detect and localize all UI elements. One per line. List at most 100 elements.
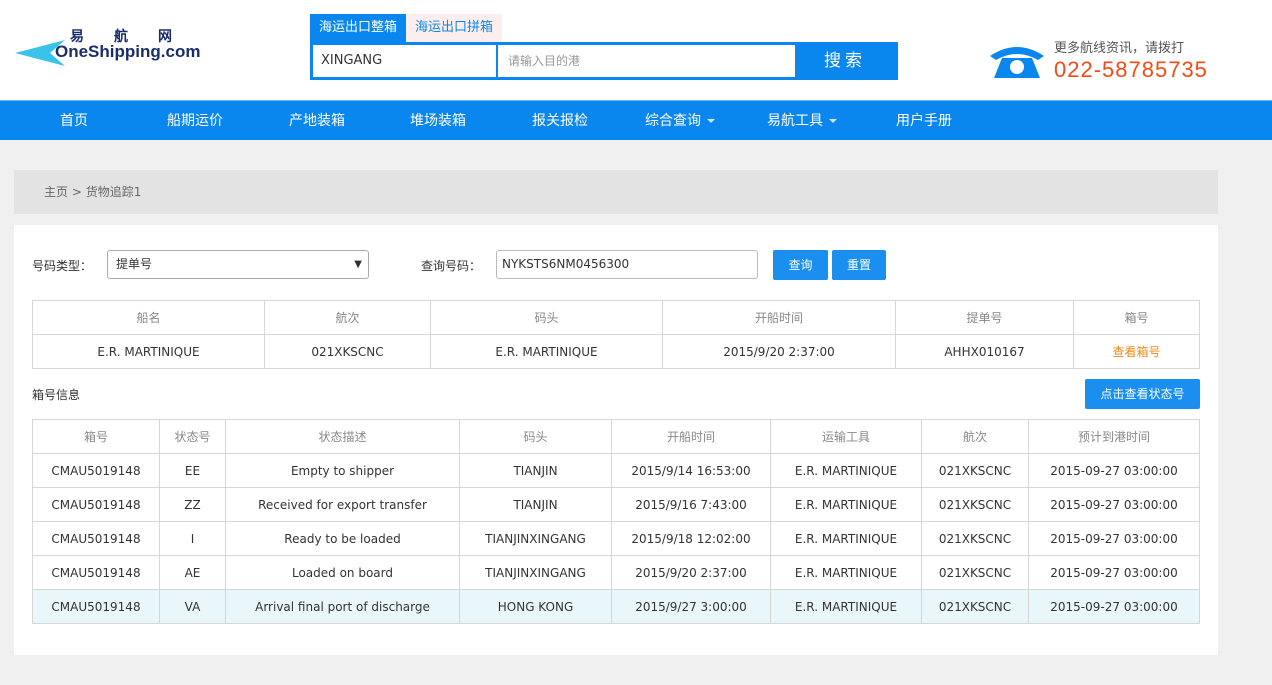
port-input[interactable]: XINGANG — [313, 45, 498, 77]
query-label: 查询号码： — [421, 259, 482, 273]
cell: VA — [159, 589, 226, 624]
hotline-text: 更多航线资讯，请拨打 — [1054, 41, 1185, 56]
cell: 021XKSCNC — [921, 521, 1029, 556]
nav-label: 堆场装箱 — [410, 113, 466, 129]
cell: CMAU5019148 — [32, 589, 160, 624]
nav-label: 用户手册 — [896, 113, 952, 129]
breadcrumb-current: 货物追踪1 — [85, 185, 142, 199]
cell: 2015-09-27 03:00:00 — [1028, 521, 1200, 556]
cell: 2015/9/18 12:02:00 — [611, 521, 771, 556]
nav-label: 首页 — [60, 113, 88, 129]
cell: E.R. MARTINIQUE — [430, 334, 663, 369]
query-number-input[interactable]: NYKSTS6NM0456300 — [496, 250, 758, 279]
nav-label: 报关报检 — [532, 113, 588, 129]
main-nav: 首页 船期运价 产地装箱 堆场装箱 报关报检 综合查询 易航工具 用户手册 — [0, 100, 1272, 140]
nav-schedule[interactable]: 船期运价 — [167, 101, 223, 141]
logo-en: OneShipping.com — [55, 42, 201, 61]
cell: CMAU5019148 — [32, 453, 160, 488]
table-row: CMAU5019148 AE Loaded on board TIANJINXINGA… — [32, 555, 1200, 590]
cell: ZZ — [159, 487, 226, 522]
cell: E.R. MARTINIQUE — [770, 487, 922, 522]
view-container-link[interactable]: 查看箱号 — [1073, 334, 1200, 369]
nav-query[interactable]: 综合查询 — [645, 101, 715, 141]
col-header: 运输工具 — [770, 419, 922, 454]
cell: E.R. MARTINIQUE — [770, 521, 922, 556]
cell: CMAU5019148 — [32, 521, 160, 556]
search-box: XINGANG 请输入目的港 搜索 — [310, 42, 898, 80]
phone-icon — [990, 47, 1044, 78]
col-header: 船名 — [32, 300, 265, 335]
nav-label: 船期运价 — [167, 113, 223, 129]
cell: TIANJINXINGANG — [459, 555, 612, 590]
tab-lcl[interactable]: 海运出口拼箱 — [406, 14, 503, 42]
destination-input[interactable]: 请输入目的港 — [498, 45, 795, 77]
col-header: 码头 — [430, 300, 663, 335]
cell: 2015-09-27 03:00:00 — [1028, 487, 1200, 522]
table-row: CMAU5019148 VA Arrival final port of disch… — [32, 589, 1200, 624]
col-header: 状态描述 — [225, 419, 460, 454]
cell: CMAU5019148 — [32, 555, 160, 590]
cell: 2015-09-27 03:00:00 — [1028, 555, 1200, 590]
table-row: CMAU5019148 EE Empty to shipper TIANJIN 2015… — [32, 453, 1200, 488]
nav-tools[interactable]: 易航工具 — [767, 101, 837, 141]
cell: TIANJIN — [459, 453, 612, 488]
nav-label: 产地装箱 — [289, 113, 345, 129]
chevron-down-icon — [829, 119, 837, 123]
cell: E.R. MARTINIQUE — [770, 555, 922, 590]
table-row: CMAU5019148 I Ready to be loaded TIANJINXIN… — [32, 521, 1200, 556]
tab-fcl[interactable]: 海运出口整箱 — [310, 14, 407, 42]
table-header-row: 箱号 状态号 状态描述 码头 开船时间 运输工具 航次 预计到港时间 — [32, 419, 1200, 454]
cell: 2015-09-27 03:00:00 — [1028, 589, 1200, 624]
cell: Loaded on board — [225, 555, 460, 590]
breadcrumb-home[interactable]: 主页 — [44, 185, 68, 199]
cell: AE — [159, 555, 226, 590]
cell: 021XKSCNC — [264, 334, 431, 369]
container-table: 箱号 状态号 状态描述 码头 开船时间 运输工具 航次 预计到港时间 CMAU5… — [32, 419, 1200, 624]
cell: Empty to shipper — [225, 453, 460, 488]
col-header: 码头 — [459, 419, 612, 454]
cell: HONG KONG — [459, 589, 612, 624]
vessel-table: 船名 航次 码头 开船时间 提单号 箱号 E.R. MARTINIQUE 021… — [32, 300, 1200, 369]
cell: E.R. MARTINIQUE — [770, 589, 922, 624]
cell: AHHX010167 — [895, 334, 1074, 369]
query-button[interactable]: 查询 — [773, 250, 828, 280]
nav-label: 易航工具 — [767, 113, 823, 129]
logo[interactable]: 易航网 OneShipping.com — [15, 24, 205, 74]
search-button[interactable]: 搜索 — [795, 45, 895, 77]
nav-home[interactable]: 首页 — [60, 101, 88, 141]
breadcrumb: 主页 > 货物追踪1 — [14, 170, 1218, 214]
table-row: CMAU5019148 ZZ Received for export transfe… — [32, 487, 1200, 522]
phone-number: 022-58785735 — [1054, 57, 1208, 82]
cell: EE — [159, 453, 226, 488]
cell: E.R. MARTINIQUE — [32, 334, 265, 369]
cell: 021XKSCNC — [921, 555, 1029, 590]
cell: Received for export transfer — [225, 487, 460, 522]
reset-button[interactable]: 重置 — [832, 250, 886, 280]
cell: CMAU5019148 — [32, 487, 160, 522]
nav-origin-loading[interactable]: 产地装箱 — [289, 101, 345, 141]
header: 易航网 OneShipping.com 海运出口整箱 海运出口拼箱 XINGAN… — [0, 0, 1272, 100]
cell: 2015/9/27 3:00:00 — [611, 589, 771, 624]
select-value: 提单号 — [116, 257, 153, 271]
col-header: 箱号 — [1073, 300, 1200, 335]
cell: 021XKSCNC — [921, 487, 1029, 522]
nav-yard-loading[interactable]: 堆场装箱 — [410, 101, 466, 141]
col-header: 开船时间 — [662, 300, 896, 335]
view-status-button[interactable]: 点击查看状态号 — [1085, 379, 1200, 409]
cell: TIANJINXINGANG — [459, 521, 612, 556]
cell: TIANJIN — [459, 487, 612, 522]
nav-customs[interactable]: 报关报检 — [532, 101, 588, 141]
cell: 021XKSCNC — [921, 589, 1029, 624]
col-header: 状态号 — [159, 419, 226, 454]
col-header: 箱号 — [32, 419, 160, 454]
nav-label: 综合查询 — [645, 113, 701, 129]
type-label: 号码类型： — [32, 259, 93, 273]
col-header: 航次 — [921, 419, 1029, 454]
tracking-panel: 号码类型： 提单号 ▼ 查询号码： NYKSTS6NM0456300 查询 重置 … — [14, 225, 1218, 655]
container-info-title: 箱号信息 — [32, 388, 81, 402]
cell: 021XKSCNC — [921, 453, 1029, 488]
search-tabs: 海运出口整箱 海运出口拼箱 — [310, 14, 503, 42]
number-type-select[interactable]: 提单号 ▼ — [107, 250, 369, 279]
cell: 2015/9/20 2:37:00 — [611, 555, 771, 590]
nav-manual[interactable]: 用户手册 — [896, 101, 952, 141]
